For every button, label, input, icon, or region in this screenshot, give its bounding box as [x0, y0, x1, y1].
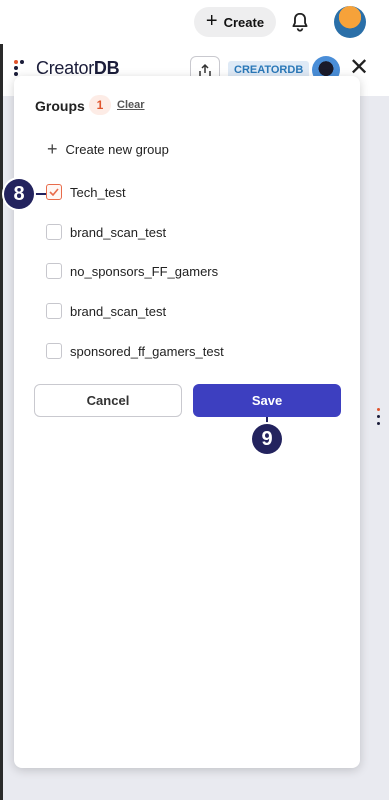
logo-text-suffix: DB [93, 58, 120, 78]
logo-text-prefix: Creator [36, 58, 94, 78]
create-new-group-button[interactable]: + Create new group [47, 140, 169, 158]
group-checkbox-checked[interactable] [46, 184, 62, 200]
panel-title: Groups [35, 98, 85, 114]
clear-link[interactable]: Clear [117, 99, 145, 111]
close-icon[interactable]: ✕ [349, 56, 369, 80]
group-label: brand_scan_test [70, 303, 167, 319]
top-bar: + Create [0, 0, 389, 44]
group-label: Tech_test [70, 184, 126, 200]
create-button[interactable]: + Create [194, 7, 276, 37]
left-edge [0, 44, 3, 800]
step-8-connector [33, 193, 46, 195]
groups-panel: Groups 1 Clear + Create new group Tech_t… [14, 76, 360, 768]
group-checkbox[interactable] [46, 224, 62, 240]
group-checkbox[interactable] [46, 303, 62, 319]
create-button-label: Create [223, 14, 265, 30]
cancel-button[interactable]: Cancel [34, 384, 182, 417]
step-marker-8: 8 [4, 179, 34, 209]
step-marker-9: 9 [252, 424, 282, 454]
user-avatar[interactable] [334, 6, 366, 38]
plus-icon: + [47, 139, 58, 159]
group-row[interactable]: no_sponsors_FF_gamers [46, 263, 218, 279]
group-label: no_sponsors_FF_gamers [70, 263, 219, 279]
logo-mark-icon [14, 59, 32, 78]
group-label: sponsored_ff_gamers_test [70, 343, 224, 359]
group-row[interactable]: Tech_test [46, 184, 126, 200]
selected-count-badge: 1 [89, 95, 111, 115]
group-row[interactable]: brand_scan_test [46, 224, 166, 240]
group-checkbox[interactable] [46, 263, 62, 279]
group-row[interactable]: brand_scan_test [46, 303, 166, 319]
side-dots-icon [377, 408, 381, 429]
group-row[interactable]: sponsored_ff_gamers_test [46, 343, 224, 359]
group-label: brand_scan_test [70, 224, 167, 240]
group-checkbox[interactable] [46, 343, 62, 359]
plus-icon: + [205, 10, 218, 32]
create-new-group-label: Create new group [65, 141, 169, 157]
checkmark-icon [49, 188, 59, 196]
save-button[interactable]: Save [193, 384, 341, 417]
bell-icon[interactable] [289, 11, 311, 33]
